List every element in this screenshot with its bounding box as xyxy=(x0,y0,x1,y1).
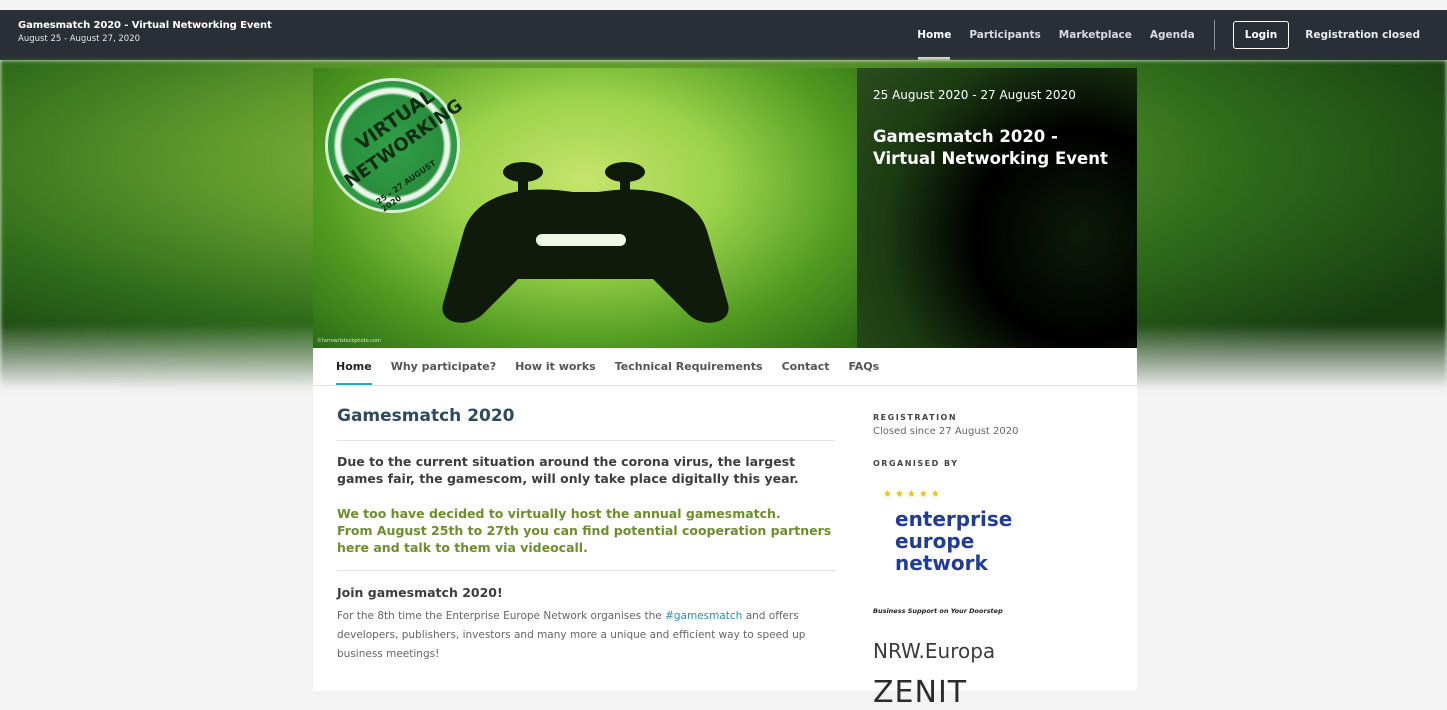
nrw-europa-logo[interactable]: NRW.Europa xyxy=(873,639,995,663)
tab-home[interactable]: Home xyxy=(336,348,372,385)
registration-label: REGISTRATION xyxy=(873,413,958,422)
photo-credit: ©farrow/istockphoto.com xyxy=(317,338,381,344)
registration-value: Closed since 27 August 2020 xyxy=(873,426,1019,437)
nav-agenda[interactable]: Agenda xyxy=(1141,10,1204,60)
highlight-text: We too have decided to virtually host th… xyxy=(337,505,835,556)
tab-why-participate[interactable]: Why participate? xyxy=(391,348,496,385)
registration-status: Registration closed xyxy=(1305,29,1420,41)
event-title: Gamesmatch 2020 - Virtual Networking Eve… xyxy=(18,20,272,31)
hero-date: 25 August 2020 - 27 August 2020 xyxy=(873,88,1076,102)
tab-technical-requirements[interactable]: Technical Requirements xyxy=(615,348,763,385)
highlight-line-1: We too have decided to virtually host th… xyxy=(337,506,781,521)
highlight-line-2: From August 25th to 27th you can find po… xyxy=(337,523,832,555)
eu-stars-icon: ★★★★★ xyxy=(883,489,943,500)
game-controller-icon xyxy=(442,162,729,323)
banner-image: VIRTUAL NETWORKING 25 - 27 AUGUST 2020 ©… xyxy=(313,68,857,348)
een-line-3: network xyxy=(895,551,988,575)
nav-marketplace[interactable]: Marketplace xyxy=(1050,10,1141,60)
top-navigation-bar: Gamesmatch 2020 - Virtual Networking Eve… xyxy=(0,10,1447,60)
event-dates: August 25 - August 27, 2020 xyxy=(18,34,141,44)
body-text: For the 8th time the Enterprise Europe N… xyxy=(337,607,835,664)
organised-by-label: ORGANISED BY xyxy=(873,459,959,468)
gamesmatch-hashtag-link[interactable]: #gamesmatch xyxy=(665,610,742,622)
nav-participants[interactable]: Participants xyxy=(960,10,1049,60)
body-text-part-1: For the 8th time the Enterprise Europe N… xyxy=(337,610,662,622)
tab-how-it-works[interactable]: How it works xyxy=(515,348,596,385)
event-brand[interactable]: Gamesmatch 2020 - Virtual Networking Eve… xyxy=(18,20,272,44)
divider xyxy=(337,440,835,441)
tab-faqs[interactable]: FAQs xyxy=(849,348,880,385)
een-line-2: europe xyxy=(895,529,975,553)
een-line-1: enterprise xyxy=(895,507,1013,531)
enterprise-europe-network-logo[interactable]: ★★★★★ enterprise europe network Business… xyxy=(873,489,1013,629)
top-nav: Home Participants Marketplace Agenda Log… xyxy=(908,10,1447,60)
hero-info: 25 August 2020 - 27 August 2020 Gamesmat… xyxy=(857,68,1137,348)
nav-divider xyxy=(1213,20,1215,50)
nav-home[interactable]: Home xyxy=(908,10,960,60)
page-title: Gamesmatch 2020 xyxy=(337,406,515,426)
sub-navigation: Home Why participate? How it works Techn… xyxy=(313,348,1137,386)
zenit-logo[interactable]: ZENIT xyxy=(873,675,967,710)
event-card: VIRTUAL NETWORKING 25 - 27 AUGUST 2020 ©… xyxy=(313,68,1137,710)
hero-title: Gamesmatch 2020 - Virtual Networking Eve… xyxy=(873,127,1108,168)
een-slogan: Business Support on Your Doorstep xyxy=(873,607,1003,615)
divider xyxy=(337,570,835,571)
section-heading: Join gamesmatch 2020! xyxy=(337,585,503,600)
sidebar: REGISTRATION Closed since 27 August 2020… xyxy=(873,413,1113,710)
tab-contact[interactable]: Contact xyxy=(782,348,830,385)
main-content: Gamesmatch 2020 Due to the current situa… xyxy=(337,406,835,664)
login-button[interactable]: Login xyxy=(1232,21,1290,49)
intro-text: Due to the current situation around the … xyxy=(337,454,799,486)
